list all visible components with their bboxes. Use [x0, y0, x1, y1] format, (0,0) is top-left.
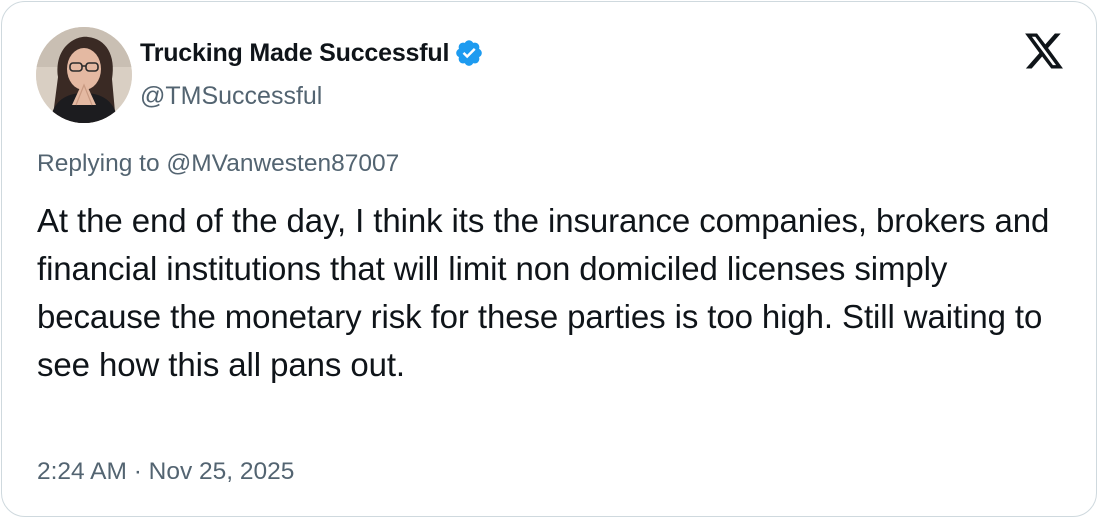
avatar-photo-icon	[36, 27, 132, 123]
replying-to-label: Replying to	[37, 150, 167, 177]
author-handle[interactable]: @TMSuccessful	[140, 82, 322, 111]
tweet-card: Trucking Made Successful @TMSuccessful R…	[1, 1, 1097, 517]
author-name-row: Trucking Made Successful	[140, 35, 484, 71]
x-logo-icon[interactable]	[1023, 31, 1065, 71]
author-display-name[interactable]: Trucking Made Successful	[140, 39, 449, 68]
verified-badge-icon	[454, 38, 484, 68]
avatar[interactable]	[36, 27, 132, 123]
replying-to-line: Replying to @MVanwesten87007	[37, 150, 399, 178]
tweet-text: At the end of the day, I think its the i…	[37, 202, 1050, 383]
reply-to-handle[interactable]: @MVanwesten87007	[166, 150, 399, 177]
tweet-timestamp[interactable]: 2:24 AM · Nov 25, 2025	[37, 458, 294, 486]
